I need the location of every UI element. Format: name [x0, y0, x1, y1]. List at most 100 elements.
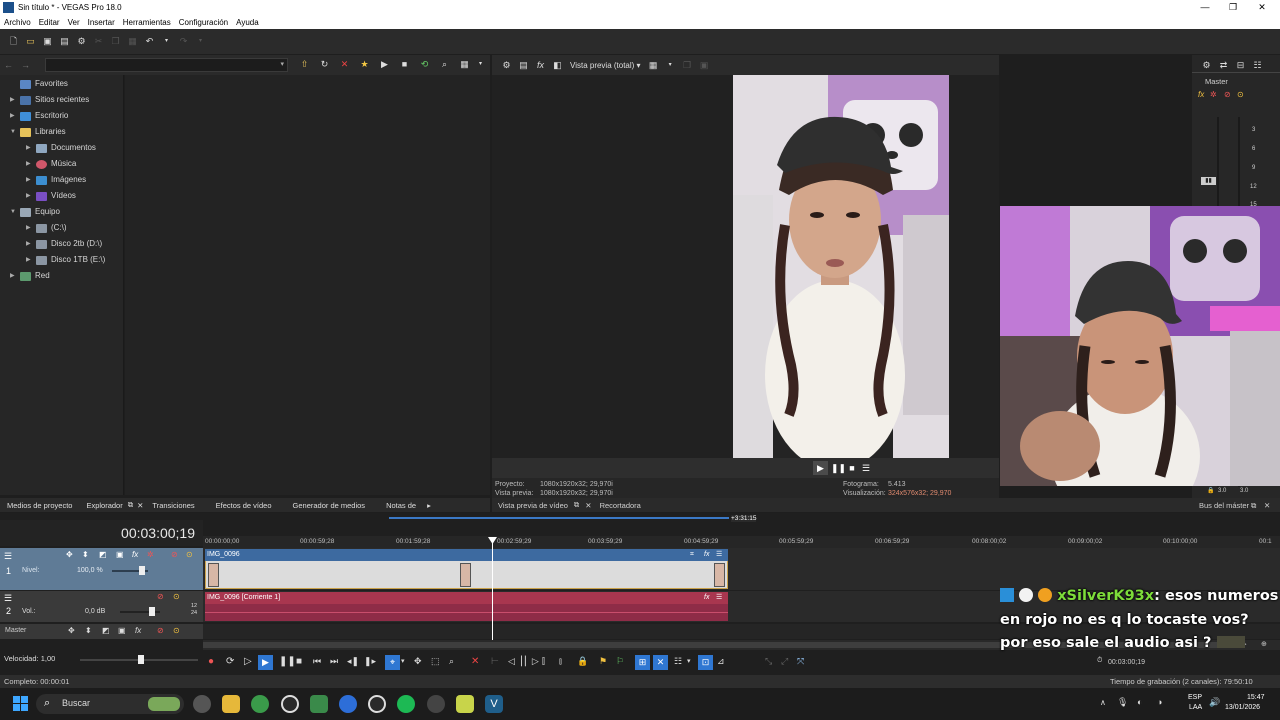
paste-icon[interactable]: ▦	[127, 36, 138, 47]
tab-vista-previa-close-icon[interactable]: ✕	[585, 501, 591, 510]
master-mixer-icon[interactable]: ☷	[1252, 60, 1263, 71]
loop-icon[interactable]: ⟳	[226, 656, 234, 667]
tab-bus-master-float-icon[interactable]: ⧉	[1251, 501, 1256, 511]
master-track-mute-icon[interactable]: ⊘	[157, 626, 164, 635]
preview-play-icon[interactable]: ▶	[813, 461, 828, 475]
video-track-menu-icon[interactable]: ☰	[4, 551, 12, 562]
ignore-grouping-icon[interactable]: ⊿	[717, 656, 725, 667]
refresh-icon[interactable]: ↻	[319, 59, 330, 70]
vol-slider-handle[interactable]	[149, 607, 155, 616]
save-as-icon[interactable]: ▤	[59, 36, 70, 47]
tabs-scroll-right-icon[interactable]: ▸	[427, 501, 431, 510]
loop-region-bar[interactable]	[389, 517, 729, 519]
play-icon[interactable]: ▶	[379, 59, 390, 70]
audio-solo-icon[interactable]: ⊙	[173, 592, 180, 601]
minimize-button[interactable]: —	[1190, 0, 1220, 15]
copy-icon[interactable]: ❐	[110, 36, 121, 47]
taskbar-date[interactable]: 13/01/2026	[1225, 704, 1260, 711]
record-icon[interactable]: ●	[208, 656, 214, 667]
stop-icon[interactable]: ■	[296, 656, 302, 667]
tree-item-drive-c[interactable]: ▶ (C:\)	[26, 220, 67, 236]
master-track-mask-icon[interactable]: ◩	[102, 626, 110, 635]
menu-ver[interactable]: Ver	[68, 18, 80, 27]
close-button[interactable]: ✕	[1247, 0, 1277, 15]
tab-vista-previa-video[interactable]: Vista previa de vídeo	[498, 501, 568, 510]
views-icon[interactable]: ▦	[459, 59, 470, 70]
master-gear-icon[interactable]: ⚙	[1201, 60, 1212, 71]
menu-editar[interactable]: Editar	[39, 18, 60, 27]
edge-app-icon[interactable]	[339, 695, 357, 713]
redo-dropdown-icon[interactable]: ▾	[195, 36, 206, 47]
views-dropdown-icon[interactable]: ▾	[475, 59, 486, 70]
explorer-file-list[interactable]	[125, 75, 490, 495]
tree-item-computer[interactable]: ▼ Equipo	[10, 204, 60, 220]
notes-app-icon[interactable]	[456, 695, 474, 713]
video-composite-icon[interactable]: ⬍	[82, 550, 89, 559]
menu-insertar[interactable]: Insertar	[88, 18, 115, 27]
chrome-icon[interactable]	[251, 695, 269, 713]
tab-bus-master-close-icon[interactable]: ✕	[1264, 501, 1270, 510]
undo-icon[interactable]: ↶	[144, 36, 155, 47]
timeline-ruler[interactable]: 00:00:00;00 00:00:59;28 00:01:59;28 00:0…	[203, 536, 1280, 548]
video-fx-icon[interactable]: fx	[132, 550, 138, 559]
edit-tool-dropdown-icon[interactable]: ▾	[401, 657, 405, 665]
selection-tool-icon[interactable]: ⬚	[431, 656, 440, 667]
previous-frame-icon[interactable]: ◂❚	[347, 656, 359, 667]
master-track-fx-icon[interactable]: fx	[135, 626, 141, 635]
audio-clip-fx-icon[interactable]: fx	[704, 592, 709, 604]
tab-explorador-float-icon[interactable]: ⧉	[128, 500, 133, 510]
tab-bus-master[interactable]: Bus del máster	[1199, 501, 1249, 510]
preview-mode-dropdown[interactable]: Vista previa (total) ▾	[570, 61, 641, 70]
windows-start-icon[interactable]	[13, 696, 29, 712]
open-folder-icon[interactable]: ▭	[25, 36, 36, 47]
trim-icon[interactable]: ⊢	[491, 656, 499, 667]
tab-medios-proyecto[interactable]: Medios de proyecto	[7, 501, 72, 510]
tab-transiciones[interactable]: Transiciones	[152, 501, 194, 510]
path-combo[interactable]: ▾	[45, 58, 288, 72]
obs-studio-icon[interactable]	[368, 695, 386, 713]
master-track-composite-icon[interactable]: ⬍	[85, 626, 92, 635]
tree-item-drive-e[interactable]: ▶ Disco 1TB (E:\)	[26, 252, 105, 268]
file-explorer-icon[interactable]	[222, 695, 240, 713]
ruler-options-icon[interactable]: ⤡	[765, 656, 772, 667]
audio-clip-menu-icon[interactable]: ☰	[716, 592, 722, 604]
overlays-dropdown-icon[interactable]: ▾	[665, 60, 676, 71]
split-screen-icon[interactable]: ◧	[552, 60, 563, 71]
speed-slider-handle[interactable]	[138, 655, 144, 664]
tab-efectos-video[interactable]: Efectos de vídeo	[216, 501, 272, 510]
zoom-tool-icon[interactable]: ⌕	[449, 656, 454, 667]
master-track-header[interactable]: Master ✥ ⬍ ◩ ▣ fx ⊘ ⊙	[0, 624, 203, 639]
tab-explorador[interactable]: Explorador	[86, 501, 122, 510]
video-track-header[interactable]: ☰ ✥ ⬍ ◩ ▣ fx ✲ ⊘ ⊙ 1 Nivel: 100,0 %	[0, 548, 203, 590]
delete-event-icon[interactable]: ✕	[471, 656, 479, 667]
menu-configuracion[interactable]: Configuración	[179, 18, 228, 27]
tree-item-favorites[interactable]: Favorites	[10, 76, 68, 92]
master-fx-icon[interactable]: fx	[1198, 90, 1204, 99]
favorite-star-icon[interactable]: ★	[359, 59, 370, 70]
pause-icon[interactable]: ❚❚	[279, 656, 296, 667]
cut-icon[interactable]: ✂	[93, 36, 104, 47]
tree-item-network[interactable]: ▶ Red	[10, 268, 50, 284]
redo-icon[interactable]: ↷	[178, 36, 189, 47]
video-automation-icon[interactable]: ✲	[147, 550, 154, 559]
timeline-playhead[interactable]	[492, 538, 493, 640]
new-file-icon[interactable]: 🗋	[8, 36, 19, 47]
audio-mute-icon[interactable]: ⊘	[157, 592, 164, 601]
split-icon[interactable]: ⫿	[542, 656, 545, 667]
tab-generador-medios[interactable]: Generador de medios	[293, 501, 366, 510]
master-track-crop-icon[interactable]: ▣	[118, 626, 126, 635]
trim-end-icon[interactable]: ▏▷	[525, 656, 539, 667]
video-motion-icon[interactable]: ✥	[66, 550, 73, 559]
preview-stop-icon[interactable]: ■	[846, 461, 858, 475]
tree-item-drive-d[interactable]: ▶ Disco 2tb (D:\)	[26, 236, 102, 252]
clip-fx-icon[interactable]: fx	[704, 549, 709, 561]
snap-enable-icon[interactable]: ⊞	[635, 655, 650, 670]
tab-recortadora[interactable]: Recortadora	[600, 501, 641, 510]
tray-chevron-icon[interactable]: ∧	[1100, 698, 1106, 707]
tree-item-videos[interactable]: ▶ Vídeos	[26, 188, 76, 204]
preview-menu-icon[interactable]: ☰	[860, 461, 872, 475]
save-icon[interactable]: ▣	[42, 36, 53, 47]
vegas-taskbar-icon[interactable]: V	[485, 695, 503, 713]
taskbar-time[interactable]: 15:47	[1247, 694, 1265, 701]
envelope-tool-icon[interactable]: ✥	[414, 656, 422, 667]
